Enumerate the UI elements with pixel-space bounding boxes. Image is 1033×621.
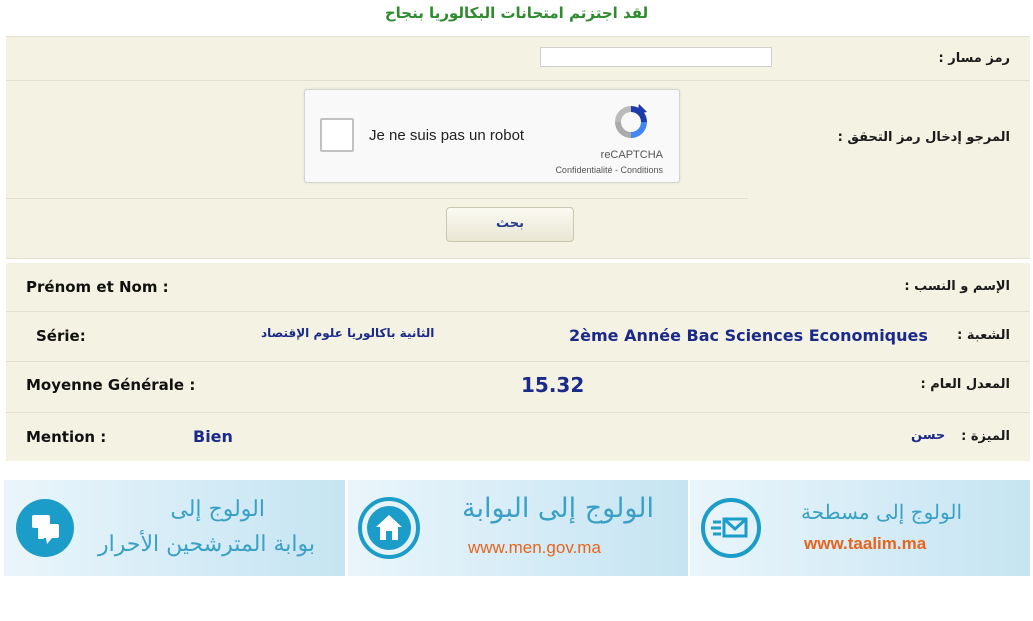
portal-title: الولوج إلى البوابة [462, 493, 654, 524]
serie-value-fr: 2ème Année Bac Sciences Economiques [569, 326, 928, 345]
results-panel: Prénom et Nom : الإسم و النسب : Série: ا… [6, 263, 1030, 461]
serie-label-fr: Série: [36, 327, 86, 345]
portal-url: www.men.gov.ma [468, 538, 601, 557]
portal-banner-men[interactable]: الولوج إلى البوابة www.men.gov.ma [348, 480, 688, 576]
mention-value-fr: Bien [193, 427, 233, 446]
mention-label-ar: الميزة : [961, 429, 1010, 444]
row-divider [6, 412, 1030, 413]
average-label-fr: Moyenne Générale : [26, 376, 196, 394]
row-divider [6, 198, 748, 199]
code-input[interactable] [540, 47, 772, 67]
recaptcha-links[interactable]: Confidentialité - Conditions [555, 165, 663, 175]
recaptcha-text: Je ne suis pas un robot [369, 127, 525, 144]
portal-url: www.taalim.ma [804, 534, 927, 553]
recaptcha-brand: reCAPTCHA [600, 149, 663, 161]
average-label-ar: المعدل العام : [920, 377, 1010, 392]
captcha-label: المرجو إدخال رمز التحقق : [837, 130, 1010, 145]
search-button[interactable]: بحث [446, 207, 574, 242]
name-label-ar: الإسم و النسب : [904, 279, 1010, 294]
row-divider [6, 80, 1030, 81]
row-divider [6, 361, 1030, 362]
serie-label-ar: الشعبة : [957, 328, 1010, 343]
chat-bubbles-icon [16, 499, 74, 557]
name-label-fr: Prénom et Nom : [26, 278, 169, 296]
search-form: رمز مسار : المرجو إدخال رمز التحقق : Je … [6, 36, 1030, 259]
home-icon [358, 497, 420, 559]
average-value: 15.32 [521, 373, 585, 397]
portal-banner-candidates[interactable]: الولوج إلى بوابة المترشحين الأحرار [4, 480, 345, 576]
success-message: لقد اجتزتم امتحانات البكالوريا بنجاح [384, 4, 649, 22]
mail-icon [701, 498, 761, 558]
portal-subtitle: بوابة المترشحين الأحرار [98, 532, 315, 557]
code-label: رمز مسار : [938, 51, 1010, 66]
recaptcha-logo-icon [615, 104, 647, 138]
portal-banner-taalim[interactable]: الولوج إلى مسطحة www.taalim.ma [690, 480, 1030, 576]
mention-label-fr: Mention : [26, 428, 107, 446]
serie-value-ar: الثانية باكالوريا علوم الإقتصاد [261, 326, 435, 340]
recaptcha-checkbox[interactable] [320, 118, 354, 152]
portal-title: الولوج إلى [170, 497, 265, 522]
recaptcha-widget: Je ne suis pas un robot reCAPTCHA Confid… [304, 89, 680, 183]
row-divider [6, 311, 1030, 312]
portal-title: الولوج إلى مسطحة [801, 500, 962, 524]
mention-value-ar: حسن [911, 428, 946, 443]
